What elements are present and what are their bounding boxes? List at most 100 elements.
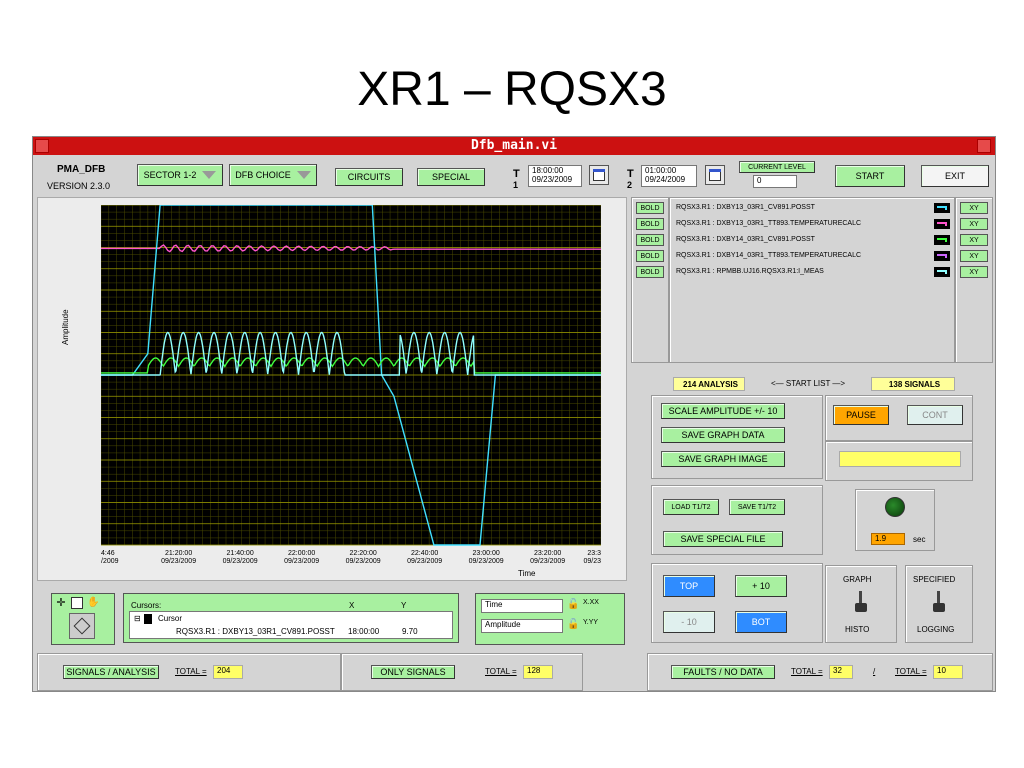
x-tick-date-label: 09/23/2009 [161,558,196,565]
circuits-button[interactable]: CIRCUITS [335,168,403,186]
signal-color-icon[interactable] [934,219,950,229]
current-level-label: CURRENT LEVEL [739,161,815,173]
x-tick-label: 22:40:00 [411,550,438,557]
xy-toggle-button[interactable]: XY [960,202,988,214]
signal-color-icon[interactable] [934,235,950,245]
calendar-icon[interactable] [705,165,725,185]
x-tick-label: 23:20:00 [534,550,561,557]
interval-unit: sec [913,535,926,544]
cursor-move-icon[interactable] [69,613,95,639]
status-led-icon [885,497,905,517]
top-button[interactable]: TOP [663,575,715,597]
t1-datetime-field[interactable]: 18:00:00 09/23/2009 [528,165,582,187]
x-tick-date-label: 09/23/2009 [101,558,119,565]
t2-number: 2 [627,180,633,190]
bold-toggle-button[interactable]: BOLD [636,234,664,246]
plus-10-button[interactable]: + 10 [735,575,787,597]
bold-toggle-button[interactable]: BOLD [636,202,664,214]
status-field [839,451,961,467]
specified-logging-toggle[interactable] [933,591,945,613]
cursor-y-value: 9.70 [402,627,418,636]
x-format-button[interactable]: X.XX [583,599,599,606]
current-level-field[interactable]: 0 [753,175,797,188]
total4-label: TOTAL = [895,667,927,676]
signals-analysis-button[interactable]: SIGNALS / ANALYSIS [63,665,159,679]
total1-label: TOTAL = [175,667,207,676]
cursor-signal: RQSX3.R1 : DXBY13_03R1_CV891.POSST [176,627,335,636]
xy-toggle-button[interactable]: XY [960,234,988,246]
signal-list-item[interactable]: RQSX3.R1 : DXBY13_03R1_CV891.POSST [676,201,956,215]
x-scale-name[interactable]: Time [481,599,563,613]
exit-button[interactable]: EXIT [921,165,989,187]
minus-10-button[interactable]: - 10 [663,611,715,633]
start-button[interactable]: START [835,165,905,187]
pause-button[interactable]: PAUSE [833,405,889,425]
cursor-table: ⊟ Cursor RQSX3.R1 : DXBY13_03R1_CV891.PO… [129,611,453,639]
app-name: PMA_DFB [57,164,106,175]
faults-no-data-button[interactable]: FAULTS / NO DATA [671,665,775,679]
total2-value: 128 [523,665,553,679]
cursor-color-icon [144,614,152,624]
window-close-icon[interactable] [977,139,991,153]
xy-toggle-button[interactable]: XY [960,218,988,230]
x-tick-label: 21:40:00 [226,550,253,557]
bold-toggle-button[interactable]: BOLD [636,218,664,230]
save-t1t2-button[interactable]: SAVE T1/T2 [729,499,785,515]
y-axis-label: Amplitude [61,309,70,345]
t1-label: T [513,168,520,180]
special-button[interactable]: SPECIAL [417,168,485,186]
save-special-file-button[interactable]: SAVE SPECIAL FILE [663,531,783,547]
y-scale-name[interactable]: Amplitude [481,619,563,633]
dfb-choice-dropdown[interactable]: DFB CHOICE [229,164,317,186]
x-tick-date-label: 09/23/2009 [583,558,601,565]
signal-name: RQSX3.R1 : DXBY13_03R1_TT893.TEMPERATURE… [676,220,862,227]
chevron-down-icon [202,171,217,179]
window-titlebar[interactable]: Dfb_main.vi [33,137,995,155]
signal-color-icon[interactable] [934,267,950,277]
sector-dropdown[interactable]: SECTOR 1-2 [137,164,223,186]
signals-count: 138 SIGNALS [871,377,955,391]
save-graph-data-button[interactable]: SAVE GRAPH DATA [661,427,785,443]
x-tick-date-label: 09/23/2009 [223,558,258,565]
bold-column: BOLD BOLD BOLD BOLD BOLD [631,197,669,363]
window-menu-icon[interactable] [35,139,49,153]
signal-list-item[interactable]: RQSX3.R1 : DXBY14_03R1_CV891.POSST [676,233,956,247]
logging-switch-label: LOGGING [917,625,955,634]
only-signals-button[interactable]: ONLY SIGNALS [371,665,455,679]
xy-toggle-button[interactable]: XY [960,266,988,278]
t2-datetime-field[interactable]: 01:00:00 09/24/2009 [641,165,697,187]
zoom-icon[interactable] [71,597,83,609]
x-tick-date-label: 09/23/2009 [284,558,319,565]
interval-field[interactable]: 1.9 [871,533,905,545]
signal-color-icon[interactable] [934,203,950,213]
bold-toggle-button[interactable]: BOLD [636,266,664,278]
total3-label: TOTAL = [791,667,823,676]
load-t1t2-button[interactable]: LOAD T1/T2 [663,499,719,515]
t2-label: T [627,168,634,180]
scale-amplitude-button[interactable]: SCALE AMPLITUDE +/- 10 [661,403,785,419]
y-format-button[interactable]: Y.YY [583,619,598,626]
cont-button[interactable]: CONT [907,405,963,425]
save-graph-image-button[interactable]: SAVE GRAPH IMAGE [661,451,785,467]
app-version: VERSION 2.3.0 [47,181,111,191]
graph-histo-toggle[interactable] [855,591,867,613]
signal-list-item[interactable]: RQSX3.R1 : DXBY13_03R1_TT893.TEMPERATURE… [676,217,956,231]
t2-date: 09/24/2009 [645,175,686,185]
calendar-icon[interactable] [589,165,609,185]
pan-hand-icon[interactable]: ✋ [87,597,99,609]
cursor-x-value: 18:00:00 [348,627,380,636]
signal-list-item[interactable]: RQSX3.R1 : RPMBB.UJ16.RQSX3.R1:I_MEAS [676,265,956,279]
bot-button[interactable]: BOT [735,611,787,633]
bold-toggle-button[interactable]: BOLD [636,250,664,262]
xy-column: XY XY XY XY XY [955,197,993,363]
signal-color-icon[interactable] [934,251,950,261]
lock-icon[interactable]: 🔓 [567,619,579,633]
crosshair-icon[interactable]: ✛ [55,597,67,609]
lock-icon[interactable]: 🔓 [567,599,579,613]
signal-list-item[interactable]: RQSX3.R1 : DXBY14_03R1_TT893.TEMPERATURE… [676,249,956,263]
signal-list: RQSX3.R1 : DXBY13_03R1_CV891.POSST RQSX3.… [669,197,955,363]
xy-toggle-button[interactable]: XY [960,250,988,262]
cursor-expand-icon[interactable]: ⊟ [134,614,141,623]
start-list-label: <— START LIST —> [771,379,846,388]
specified-switch-label: SPECIFIED [913,575,956,584]
